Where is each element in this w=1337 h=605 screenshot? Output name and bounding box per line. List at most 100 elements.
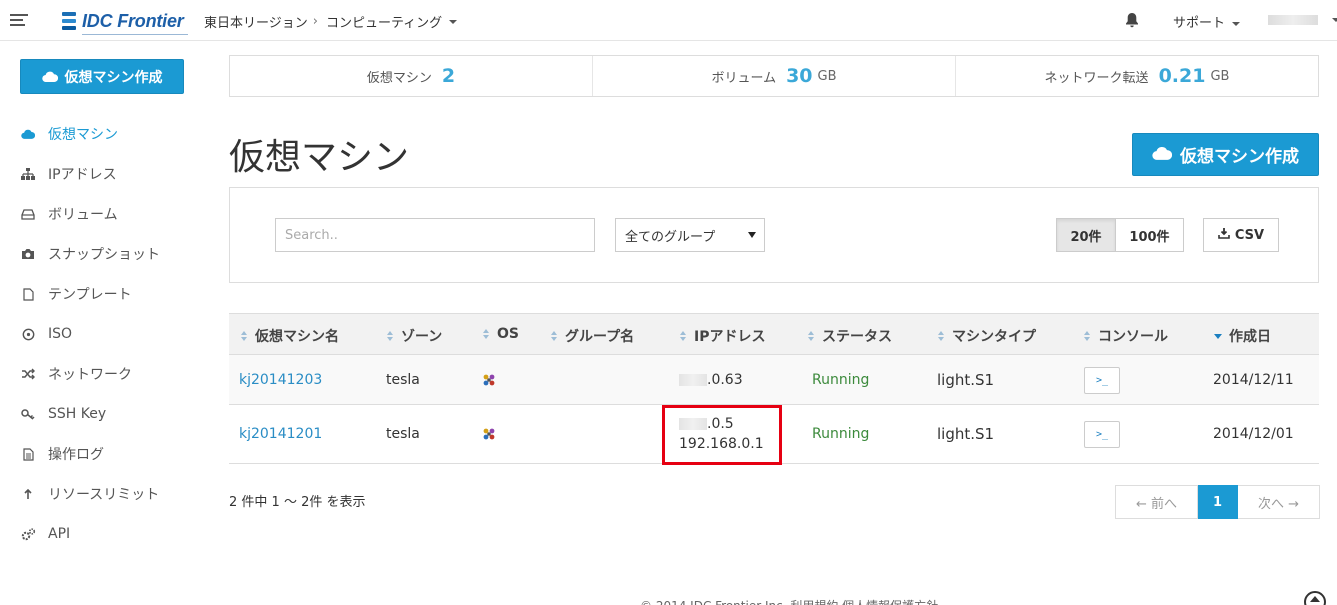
column-label: OS xyxy=(497,326,519,342)
logo-mark-icon xyxy=(62,12,76,30)
shuffle-icon xyxy=(20,366,36,382)
sidebar-item-label: ISO xyxy=(48,326,73,342)
stat-unit: GB xyxy=(1210,68,1230,84)
column-label: グループ名 xyxy=(565,329,635,345)
breadcrumb-region[interactable]: 東日本リージョン xyxy=(204,12,308,31)
table-header: 仮想マシン名 ゾーン OS グループ名 IPアドレス ステータス マシンタイプ … xyxy=(229,313,1319,355)
sidebar-item-label: ボリューム xyxy=(48,207,118,223)
stat-value: 30 xyxy=(786,65,813,87)
sidebar-item-iso[interactable]: ISO xyxy=(20,314,210,354)
cloud-icon xyxy=(20,126,36,142)
column-machine-type[interactable]: マシンタイプ xyxy=(938,326,1036,346)
user-menu[interactable] xyxy=(1268,15,1318,25)
chevron-down-icon[interactable] xyxy=(1332,18,1337,22)
column-label: ゾーン xyxy=(401,329,443,345)
masked-ip xyxy=(679,374,707,386)
logo-text: IDC Frontier xyxy=(82,10,188,35)
column-ip[interactable]: IPアドレス xyxy=(680,326,765,346)
console-button[interactable]: >_ xyxy=(1084,367,1120,394)
prev-page-button[interactable]: ← 前へ xyxy=(1115,485,1198,519)
stat-unit: GB xyxy=(817,68,837,84)
sidebar-item-network[interactable]: ネットワーク xyxy=(20,354,210,394)
column-label: 作成日 xyxy=(1229,329,1271,345)
stat-value: 2 xyxy=(441,65,456,87)
sitemap-icon xyxy=(20,166,36,182)
cloud-icon xyxy=(41,71,58,82)
sidebar-item-resource-limit[interactable]: リソースリミット xyxy=(20,474,210,514)
download-icon xyxy=(1218,227,1230,243)
search-input[interactable] xyxy=(275,218,595,252)
sort-icon xyxy=(680,331,687,341)
page-size-20-button[interactable]: 20件 xyxy=(1056,218,1116,252)
sort-icon xyxy=(551,331,558,341)
column-os[interactable]: OS xyxy=(483,326,519,342)
hdd-icon xyxy=(20,206,36,222)
sidebar-item-label: API xyxy=(48,526,71,542)
sidebar-nav: 仮想マシン IPアドレス ボリューム スナップショット テンプレート ISO ネ… xyxy=(20,114,210,554)
column-console[interactable]: コンソール xyxy=(1084,326,1168,346)
sidebar-item-sshkey[interactable]: SSH Key xyxy=(20,394,210,434)
column-zone[interactable]: ゾーン xyxy=(387,326,442,346)
csv-download-button[interactable]: CSV xyxy=(1203,218,1279,252)
page-1-button[interactable]: 1 xyxy=(1198,485,1238,519)
sidebar-item-label: IPアドレス xyxy=(48,167,117,183)
next-page-button[interactable]: 次へ → xyxy=(1238,485,1320,519)
created-date-cell: 2014/12/11 xyxy=(1213,372,1294,388)
page-size-100-button[interactable]: 100件 xyxy=(1116,218,1184,252)
vm-name-link[interactable]: kj20141203 xyxy=(239,372,322,388)
stat-label: 仮想マシン xyxy=(366,70,432,86)
machine-type-cell: light.S1 xyxy=(937,425,995,443)
stat-label: ネットワーク転送 xyxy=(1044,70,1149,86)
table-row: kj20141203 tesla .0.63 Running light.S1 … xyxy=(229,355,1319,405)
breadcrumb-separator: › xyxy=(312,14,318,29)
support-menu[interactable]: サポート xyxy=(1173,12,1241,31)
sidebar-item-ip[interactable]: IPアドレス xyxy=(20,154,210,194)
sidebar-item-oplog[interactable]: 操作ログ xyxy=(20,434,210,474)
column-vm-name[interactable]: 仮想マシン名 xyxy=(241,326,339,346)
footer-links[interactable]: © 2014 IDC Frontier Inc. 利用規約 個人情報保護方針 xyxy=(640,597,938,605)
create-vm-button[interactable]: 仮想マシン作成 xyxy=(1132,133,1319,176)
csv-label: CSV xyxy=(1234,227,1265,243)
sidebar-item-label: テンプレート xyxy=(48,287,132,303)
sidebar-item-volume[interactable]: ボリューム xyxy=(20,194,210,234)
sidebar-item-vm[interactable]: 仮想マシン xyxy=(20,114,210,154)
column-group[interactable]: グループ名 xyxy=(551,326,634,346)
highlight-box xyxy=(662,405,782,465)
create-vm-label: 仮想マシン作成 xyxy=(64,69,163,86)
file-icon xyxy=(20,286,36,302)
create-vm-label: 仮想マシン作成 xyxy=(1180,147,1299,167)
zone-cell: tesla xyxy=(386,372,420,388)
stat-volume: ボリューム 30 GB xyxy=(593,56,956,96)
pagination: ← 前へ 1 次へ → xyxy=(1115,485,1320,519)
os-icon xyxy=(482,427,496,441)
chevron-down-icon[interactable] xyxy=(449,19,458,24)
sidebar-item-label: スナップショット xyxy=(48,247,160,263)
sidebar-item-snapshot[interactable]: スナップショット xyxy=(20,234,210,274)
column-created[interactable]: 作成日 xyxy=(1214,326,1271,346)
sidebar-item-label: 操作ログ xyxy=(48,447,104,463)
created-date-cell: 2014/12/01 xyxy=(1213,426,1294,442)
column-status[interactable]: ステータス xyxy=(808,326,892,346)
sort-icon xyxy=(241,331,248,341)
create-vm-button-sidebar[interactable]: 仮想マシン作成 xyxy=(20,59,184,94)
camera-icon xyxy=(20,246,36,262)
breadcrumb: 東日本リージョン › コンピューティング xyxy=(204,12,458,31)
sidebar-item-template[interactable]: テンプレート xyxy=(20,274,210,314)
column-label: ステータス xyxy=(822,329,892,345)
menu-icon[interactable] xyxy=(10,14,28,26)
group-select[interactable]: 全てのグループ xyxy=(615,218,765,252)
vm-name-link[interactable]: kj20141201 xyxy=(239,426,322,442)
breadcrumb-section[interactable]: コンピューティング xyxy=(326,12,442,31)
logo[interactable]: IDC Frontier xyxy=(62,9,188,35)
page-size-group: 20件 100件 xyxy=(1056,218,1184,252)
sidebar-item-api[interactable]: API xyxy=(20,514,210,554)
column-label: 仮想マシン名 xyxy=(255,329,339,345)
pagination-summary: 2 件中 1 ～ 2件 を表示 xyxy=(229,495,366,510)
sidebar-item-label: リソースリミット xyxy=(48,487,160,503)
console-button[interactable]: >_ xyxy=(1084,421,1120,448)
bell-icon[interactable] xyxy=(1125,12,1139,28)
gears-icon xyxy=(20,526,36,542)
key-icon xyxy=(20,406,36,422)
column-label: コンソール xyxy=(1098,329,1168,345)
scroll-to-top-icon[interactable] xyxy=(1304,591,1326,605)
